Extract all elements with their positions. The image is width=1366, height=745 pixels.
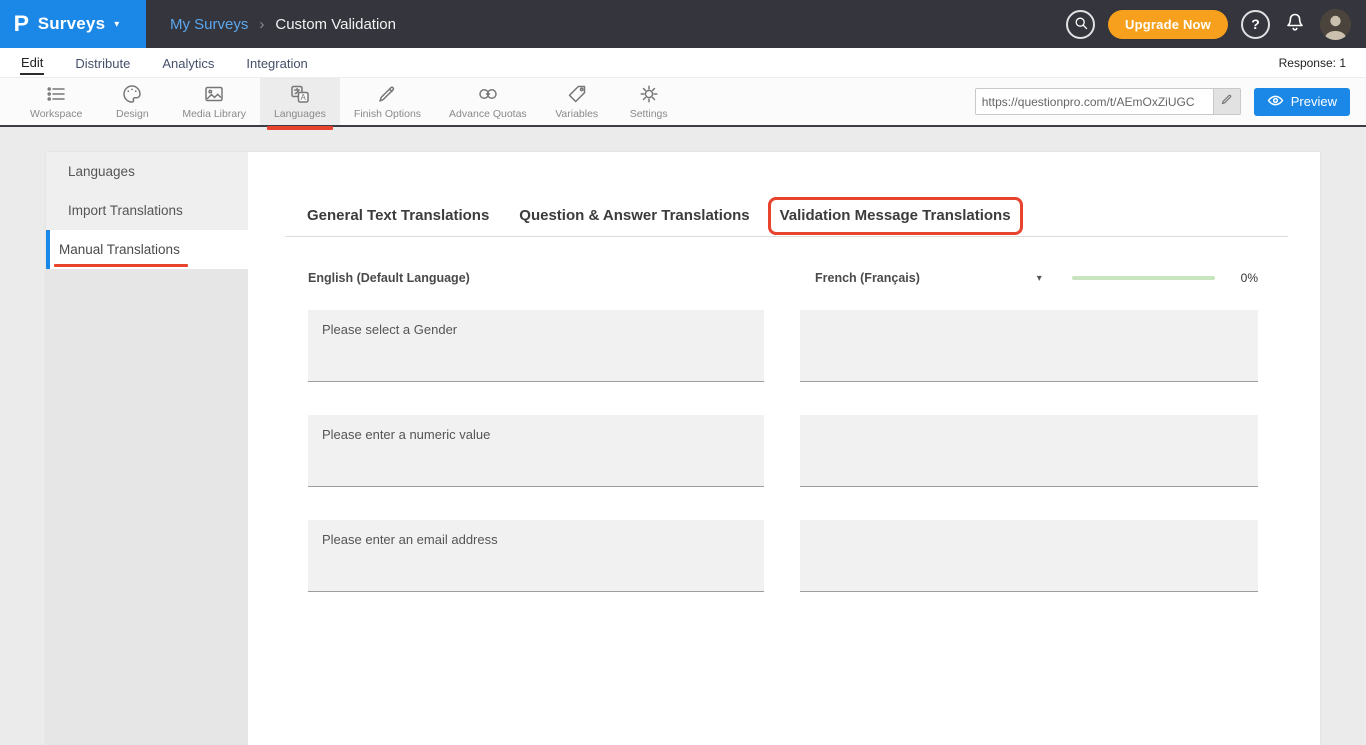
workspace-icon bbox=[45, 82, 67, 105]
sidebar-item-languages[interactable]: Languages bbox=[46, 152, 248, 191]
toolbar-label: Advance Quotas bbox=[449, 108, 527, 120]
languages-settings-card: Languages Import Translations Manual Tra… bbox=[46, 152, 1320, 745]
question-mark-icon: ? bbox=[1251, 16, 1260, 32]
tab-validation-message-translations[interactable]: Validation Message Translations bbox=[780, 207, 1011, 224]
survey-url-box bbox=[975, 88, 1241, 115]
languages-sidebar: Languages Import Translations Manual Tra… bbox=[46, 152, 248, 745]
languages-icon: A bbox=[289, 82, 311, 105]
response-count[interactable]: Response: 1 bbox=[1279, 56, 1346, 70]
translation-row: Please enter a numeric value bbox=[308, 415, 1258, 487]
language-header-row: English (Default Language) French (Franç… bbox=[308, 269, 1258, 287]
translation-row: Please enter an email address bbox=[308, 520, 1258, 592]
source-text-box: Please select a Gender bbox=[308, 310, 764, 382]
target-language-select[interactable]: French (Français) ▾ bbox=[815, 271, 1042, 285]
sidebar-item-manual-translations[interactable]: Manual Translations bbox=[46, 230, 248, 269]
help-button[interactable]: ? bbox=[1241, 10, 1270, 39]
svg-text:A: A bbox=[300, 93, 306, 102]
toolbar-label: Languages bbox=[274, 108, 326, 120]
translation-progress-percent: 0% bbox=[1241, 271, 1258, 285]
upgrade-now-button[interactable]: Upgrade Now bbox=[1108, 10, 1228, 39]
app-header: P Surveys ▾ My Surveys › Custom Validati… bbox=[0, 0, 1366, 48]
target-text-input[interactable] bbox=[800, 520, 1258, 592]
bell-icon bbox=[1285, 11, 1305, 38]
advance-quotas-icon bbox=[477, 82, 499, 105]
tab-general-text-translations[interactable]: General Text Translations bbox=[307, 207, 489, 224]
breadcrumb-my-surveys[interactable]: My Surveys bbox=[170, 16, 248, 33]
toolbar-item-media-library[interactable]: Media Library bbox=[168, 78, 260, 125]
translation-row: Please select a Gender bbox=[308, 310, 1258, 382]
finish-options-icon bbox=[376, 82, 398, 105]
toolbar-item-advance-quotas[interactable]: Advance Quotas bbox=[435, 78, 541, 125]
target-text-input[interactable] bbox=[800, 310, 1258, 382]
tabs-divider bbox=[285, 236, 1288, 237]
chevron-down-icon: ▾ bbox=[114, 19, 119, 30]
toolbar-label: Variables bbox=[555, 108, 598, 120]
user-avatar[interactable] bbox=[1320, 9, 1351, 40]
preview-button-label: Preview bbox=[1291, 94, 1337, 109]
brand-label: Surveys bbox=[38, 14, 106, 34]
translation-rows: Please select a Gender Please enter a nu… bbox=[308, 310, 1258, 592]
tab-label: Validation Message Translations bbox=[780, 207, 1011, 224]
source-language-label: English (Default Language) bbox=[308, 271, 470, 285]
edit-url-button[interactable] bbox=[1213, 89, 1240, 114]
variables-tag-icon bbox=[566, 82, 588, 105]
toolbar-item-settings[interactable]: Settings bbox=[613, 78, 685, 125]
toolbar-label: Finish Options bbox=[354, 108, 421, 120]
sidebar-item-label: Manual Translations bbox=[59, 242, 180, 257]
toolbar-item-languages[interactable]: A Languages bbox=[260, 78, 340, 125]
survey-nav-bar: Edit Distribute Analytics Integration Re… bbox=[0, 48, 1366, 77]
breadcrumb: My Surveys › Custom Validation bbox=[170, 16, 396, 33]
target-language-label: French (Français) bbox=[815, 271, 920, 285]
translation-tabs: General Text Translations Question & Ans… bbox=[307, 207, 1011, 224]
edit-toolbar: Workspace Design Media Library A Languag… bbox=[0, 77, 1366, 127]
toolbar-label: Media Library bbox=[182, 108, 246, 120]
media-library-icon bbox=[203, 82, 225, 105]
toolbar-item-variables[interactable]: Variables bbox=[541, 78, 613, 125]
toolbar-right-controls: Preview bbox=[975, 78, 1366, 125]
survey-url-input[interactable] bbox=[976, 95, 1213, 109]
sidebar-item-import-translations[interactable]: Import Translations bbox=[46, 191, 248, 230]
notifications-button[interactable] bbox=[1283, 11, 1307, 37]
translation-progress-bar bbox=[1072, 276, 1215, 280]
search-button[interactable] bbox=[1066, 10, 1095, 39]
preview-button[interactable]: Preview bbox=[1254, 88, 1350, 116]
header-actions: Upgrade Now ? bbox=[1066, 9, 1366, 40]
toolbar-label: Design bbox=[116, 108, 149, 120]
toolbar-label: Settings bbox=[630, 108, 668, 120]
toolbar-item-workspace[interactable]: Workspace bbox=[16, 78, 96, 125]
annotation-underline-manual-translations bbox=[54, 264, 188, 267]
annotation-underline-languages bbox=[267, 126, 333, 130]
nav-tab-analytics[interactable]: Analytics bbox=[161, 51, 215, 74]
nav-tab-integration[interactable]: Integration bbox=[245, 51, 308, 74]
tab-question-answer-translations[interactable]: Question & Answer Translations bbox=[519, 207, 749, 224]
brand-menu[interactable]: P Surveys ▾ bbox=[0, 0, 146, 48]
design-palette-icon bbox=[121, 82, 143, 105]
source-language-column-header: English (Default Language) bbox=[308, 269, 764, 287]
source-text-box: Please enter a numeric value bbox=[308, 415, 764, 487]
pencil-icon bbox=[1220, 93, 1233, 111]
eye-icon bbox=[1267, 94, 1284, 110]
settings-gear-icon bbox=[638, 82, 660, 105]
manual-translations-panel: General Text Translations Question & Ans… bbox=[248, 152, 1320, 745]
breadcrumb-current-page: Custom Validation bbox=[275, 16, 396, 33]
target-text-input[interactable] bbox=[800, 415, 1258, 487]
target-language-column-header: French (Français) ▾ 0% bbox=[800, 271, 1258, 285]
breadcrumb-separator: › bbox=[259, 16, 264, 33]
search-icon bbox=[1073, 15, 1089, 34]
toolbar-label: Workspace bbox=[30, 108, 82, 120]
nav-tab-distribute[interactable]: Distribute bbox=[74, 51, 131, 74]
nav-tab-edit[interactable]: Edit bbox=[20, 50, 44, 75]
toolbar-item-design[interactable]: Design bbox=[96, 78, 168, 125]
questionpro-logo: P bbox=[14, 13, 29, 35]
toolbar-item-finish-options[interactable]: Finish Options bbox=[340, 78, 435, 125]
chevron-down-icon: ▾ bbox=[1037, 273, 1042, 284]
source-text-box: Please enter an email address bbox=[308, 520, 764, 592]
